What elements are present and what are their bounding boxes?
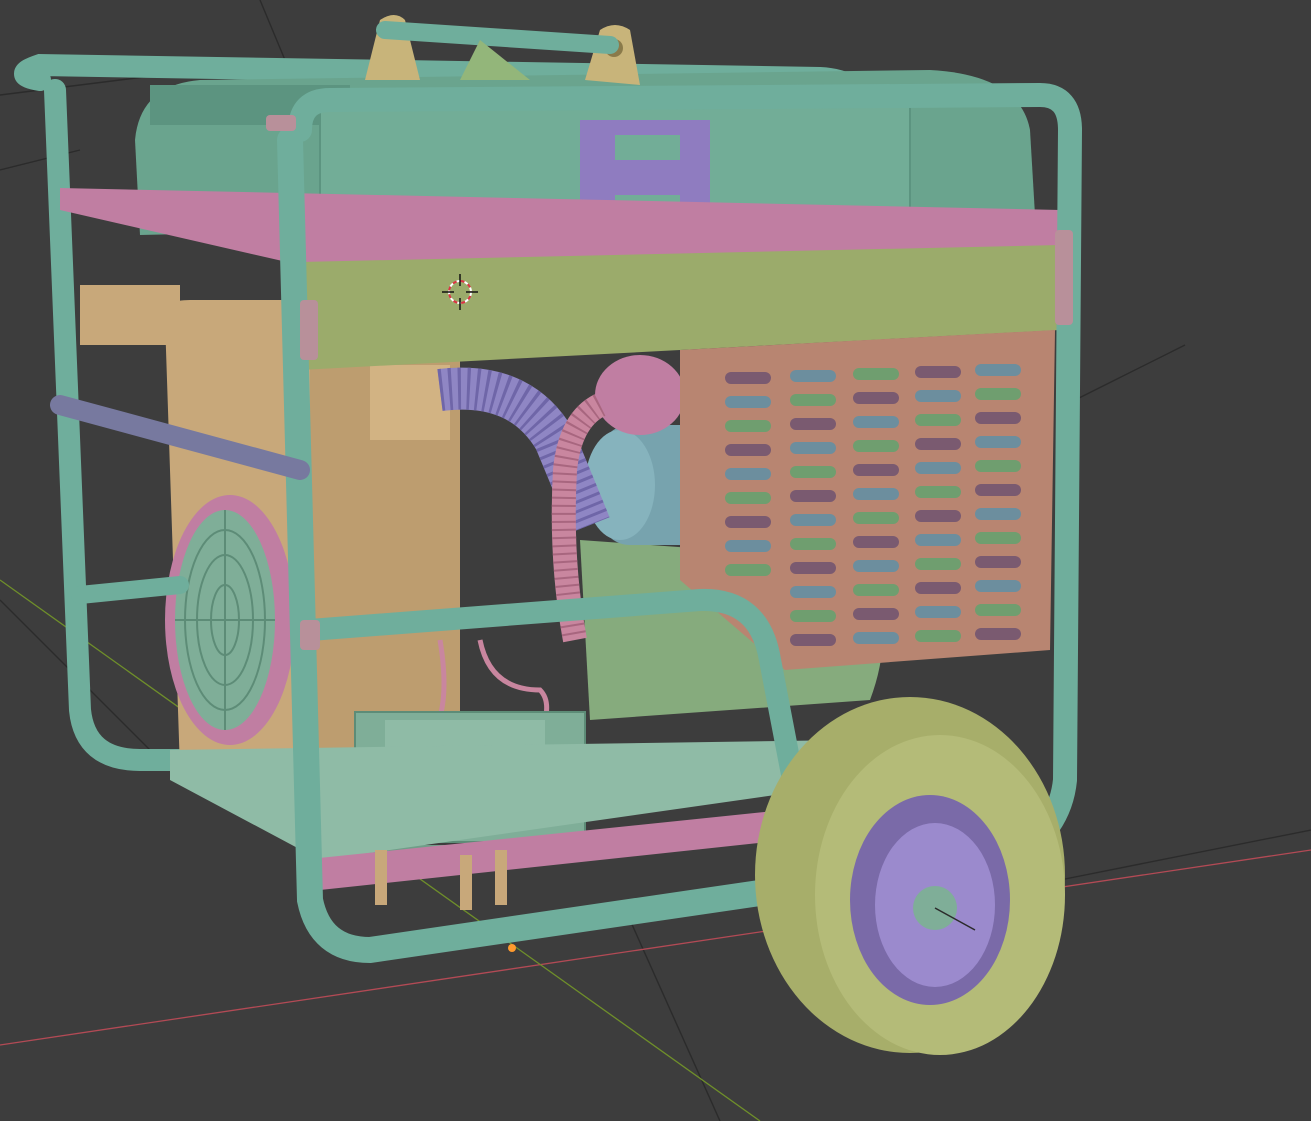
vent-slot — [975, 580, 1021, 592]
vent-slot — [915, 558, 961, 570]
vent-slot — [853, 488, 899, 500]
vent-slot — [853, 512, 899, 524]
vent-slot — [790, 634, 836, 646]
vent-slot — [790, 562, 836, 574]
vent-slot — [853, 560, 899, 572]
vent-slot — [915, 510, 961, 522]
vent-slot — [853, 584, 899, 596]
frame-lower-tube — [71, 576, 189, 604]
vent-slot — [790, 586, 836, 598]
vent-slot — [915, 414, 961, 426]
vent-slot — [915, 606, 961, 618]
vent-slot — [975, 508, 1021, 520]
vent-slot — [725, 396, 771, 408]
vent-slot — [790, 442, 836, 454]
vent-slot — [725, 372, 771, 384]
vent-slot — [915, 462, 961, 474]
vent-slot — [790, 514, 836, 526]
vent-slot — [725, 468, 771, 480]
vent-slot — [975, 460, 1021, 472]
vent-slot — [915, 390, 961, 402]
vent-slot — [853, 440, 899, 452]
vent-slot — [725, 420, 771, 432]
vent-slot — [725, 492, 771, 504]
vent-slot — [790, 418, 836, 430]
vent-slot — [790, 610, 836, 622]
vent-slot — [915, 630, 961, 642]
vent-slot — [853, 608, 899, 620]
vent-slot — [790, 490, 836, 502]
vent-slot — [725, 540, 771, 552]
vent-slot — [725, 516, 771, 528]
3d-viewport[interactable] — [0, 0, 1311, 1121]
vent-slot — [790, 370, 836, 382]
vent-slot — [915, 534, 961, 546]
vent-slot — [853, 536, 899, 548]
vent-slot — [975, 436, 1021, 448]
vent-slot — [915, 438, 961, 450]
vent-slot — [975, 412, 1021, 424]
vent-slot — [915, 582, 961, 594]
muffler-canister — [595, 355, 685, 435]
vent-slot — [790, 394, 836, 406]
vent-slot — [915, 486, 961, 498]
vent-slot — [853, 392, 899, 404]
vent-slot — [725, 444, 771, 456]
vent-slot — [975, 388, 1021, 400]
vent-slot — [915, 366, 961, 378]
object-origin-icon[interactable] — [508, 944, 516, 952]
vent-slot — [853, 464, 899, 476]
vent-slot — [790, 466, 836, 478]
vent-slot — [853, 368, 899, 380]
vent-slot — [975, 364, 1021, 376]
vent-slot — [975, 484, 1021, 496]
engine-left-bracket — [80, 285, 180, 345]
vent-slot — [853, 416, 899, 428]
vent-slot — [853, 632, 899, 644]
vent-slot — [975, 604, 1021, 616]
vent-slot — [790, 538, 836, 550]
vent-slot — [975, 628, 1021, 640]
vent-slot — [975, 532, 1021, 544]
vent-slot — [975, 556, 1021, 568]
vent-slot — [725, 564, 771, 576]
engine-cover — [370, 365, 450, 440]
